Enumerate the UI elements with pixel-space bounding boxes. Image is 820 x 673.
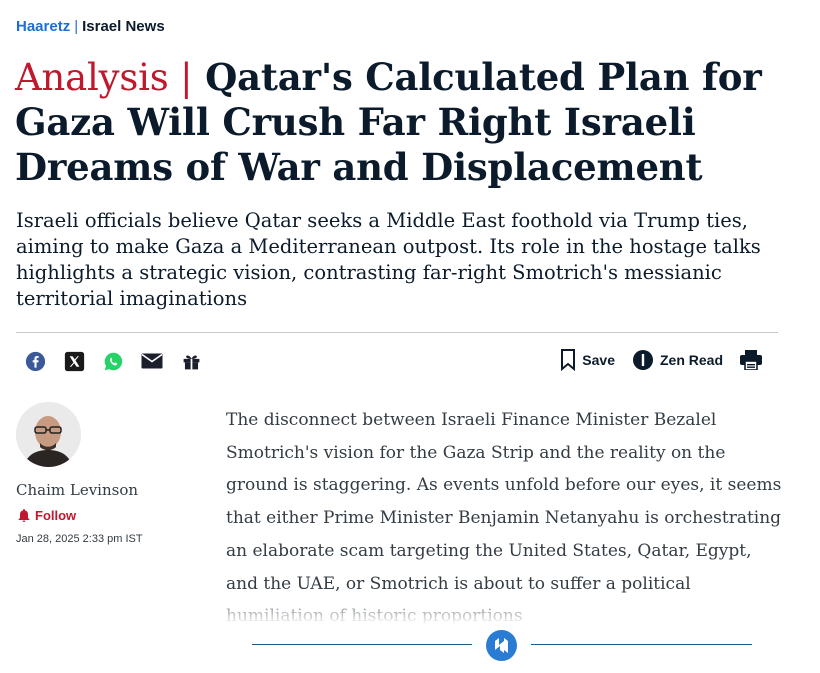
bell-icon	[18, 509, 30, 522]
print-icon	[740, 350, 762, 370]
divider-left	[252, 644, 472, 645]
section-link[interactable]: Israel News	[82, 18, 165, 35]
save-button[interactable]: Save	[560, 349, 615, 371]
author-name[interactable]: Chaim Levinson	[16, 481, 138, 499]
share-bar	[24, 350, 219, 372]
article-headline: Analysis | Qatar's Calculated Plan for G…	[15, 55, 775, 190]
breadcrumb: Haaretz | Israel News	[16, 18, 165, 35]
divider-right	[531, 644, 752, 645]
breadcrumb-separator: |	[74, 18, 79, 35]
author-avatar[interactable]	[16, 402, 81, 467]
zen-read-label: Zen Read	[659, 352, 723, 368]
email-icon[interactable]	[141, 350, 163, 372]
header-divider	[16, 332, 778, 333]
gift-icon[interactable]	[180, 350, 202, 372]
brand-link[interactable]: Haaretz	[16, 18, 70, 35]
print-button[interactable]	[740, 350, 768, 370]
follow-button[interactable]: Follow	[18, 508, 76, 523]
zen-read-button[interactable]: Zen Read	[632, 349, 723, 371]
headline-kicker: Analysis |	[15, 56, 193, 99]
haaretz-logo-icon	[486, 630, 517, 661]
publish-date: Jan 28, 2025 2:33 pm IST	[16, 533, 143, 545]
article-tools: Save Zen Read	[560, 349, 768, 371]
save-label: Save	[582, 352, 615, 368]
zen-read-icon	[632, 350, 653, 370]
facebook-icon[interactable]	[24, 350, 46, 372]
bookmark-icon	[561, 349, 576, 371]
whatsapp-icon[interactable]	[102, 350, 124, 372]
article-dek: Israeli officials believe Qatar seeks a …	[16, 209, 761, 310]
follow-label: Follow	[35, 508, 77, 523]
x-icon[interactable]	[63, 350, 85, 372]
